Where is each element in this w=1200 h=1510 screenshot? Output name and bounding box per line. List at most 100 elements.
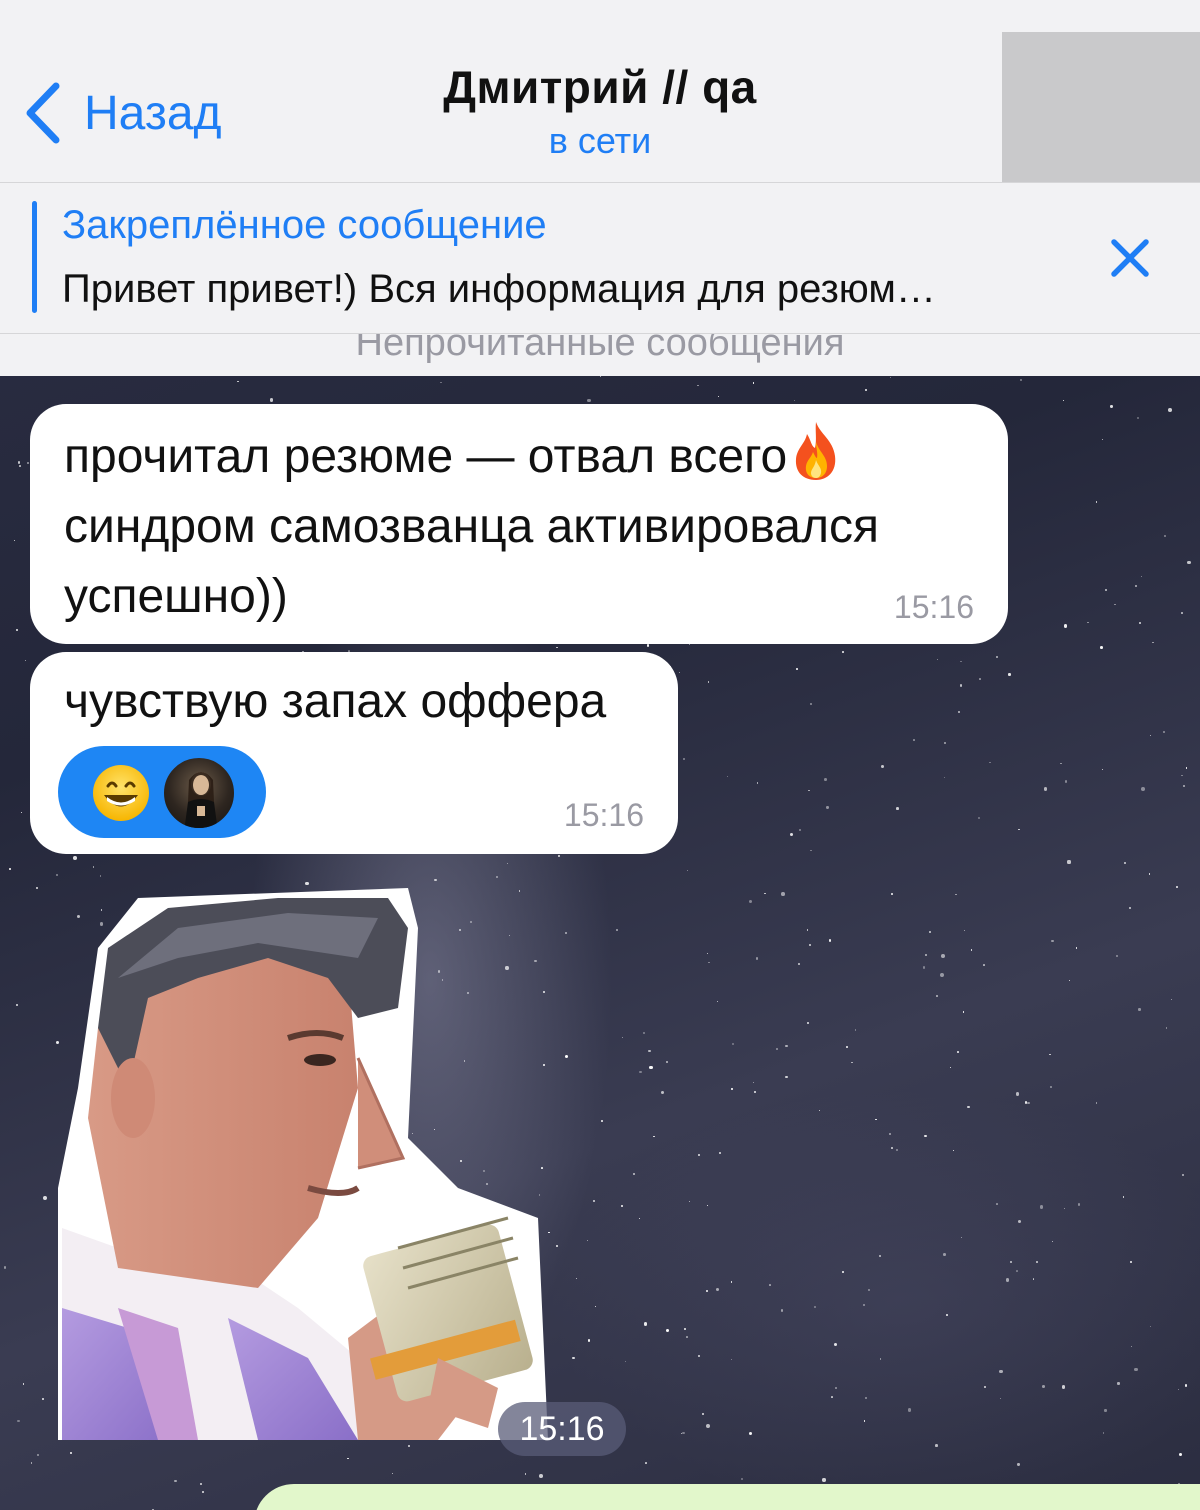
star bbox=[789, 832, 794, 837]
star bbox=[1187, 560, 1191, 565]
star bbox=[1162, 731, 1165, 734]
star bbox=[16, 1003, 18, 1006]
star bbox=[719, 1152, 722, 1155]
star bbox=[755, 956, 759, 960]
pinned-title: Закреплённое сообщение bbox=[62, 203, 547, 247]
star bbox=[645, 1462, 647, 1464]
unread-label: Непрочитанные сообщения bbox=[355, 334, 845, 364]
star bbox=[556, 646, 558, 649]
star bbox=[895, 1148, 899, 1152]
star bbox=[665, 1328, 670, 1333]
star bbox=[440, 381, 442, 384]
star bbox=[999, 1397, 1001, 1400]
avatar[interactable] bbox=[1002, 32, 1200, 190]
star bbox=[1178, 1452, 1182, 1456]
star bbox=[781, 892, 785, 896]
star bbox=[648, 1049, 651, 1052]
star bbox=[1185, 766, 1188, 769]
star bbox=[643, 1322, 648, 1326]
star bbox=[1124, 861, 1127, 864]
star bbox=[705, 1424, 710, 1429]
star bbox=[809, 943, 812, 946]
message-bubble[interactable]: прочитал резюме — отвал всего синдром са… bbox=[30, 404, 1008, 644]
star bbox=[16, 628, 19, 632]
sticker-time: 15:16 bbox=[498, 1402, 626, 1456]
star bbox=[1101, 439, 1103, 441]
star bbox=[586, 1239, 588, 1241]
person-icon bbox=[184, 772, 218, 828]
fire-emoji-icon bbox=[796, 422, 836, 480]
star bbox=[564, 931, 567, 934]
star bbox=[826, 806, 829, 809]
star bbox=[1101, 768, 1104, 771]
sticker-image[interactable] bbox=[58, 888, 548, 1440]
star bbox=[961, 1236, 963, 1238]
message-line: синдром самозванца активировался bbox=[64, 500, 879, 553]
star bbox=[1060, 762, 1062, 765]
star bbox=[977, 817, 980, 820]
star bbox=[55, 873, 59, 877]
star bbox=[865, 1396, 868, 1399]
chat-title-block[interactable]: Дмитрий // qa в сети bbox=[300, 60, 900, 162]
star bbox=[347, 1458, 349, 1460]
star bbox=[888, 1133, 891, 1136]
online-status: в сети bbox=[548, 120, 652, 161]
star bbox=[564, 1054, 568, 1058]
star bbox=[963, 929, 966, 932]
star bbox=[17, 1420, 20, 1423]
star bbox=[705, 1290, 708, 1293]
star bbox=[879, 1255, 882, 1258]
star bbox=[753, 1090, 756, 1093]
star bbox=[1067, 860, 1071, 864]
star bbox=[943, 741, 947, 745]
star bbox=[835, 1387, 837, 1390]
star bbox=[1168, 408, 1173, 412]
star bbox=[572, 1356, 575, 1360]
star bbox=[1052, 1240, 1054, 1242]
star bbox=[764, 892, 766, 895]
star bbox=[1181, 1174, 1184, 1177]
star bbox=[1182, 785, 1185, 788]
star bbox=[1163, 534, 1167, 537]
star bbox=[1181, 612, 1183, 615]
reactor-avatar bbox=[162, 756, 236, 830]
star bbox=[862, 1304, 866, 1307]
star bbox=[806, 1021, 810, 1025]
star bbox=[868, 1288, 871, 1291]
star bbox=[1061, 1385, 1066, 1389]
star bbox=[682, 758, 685, 761]
star bbox=[1005, 1278, 1010, 1282]
star bbox=[1008, 673, 1011, 676]
star bbox=[907, 1408, 912, 1412]
outgoing-message-bubble[interactable] bbox=[254, 1484, 1200, 1510]
close-icon[interactable] bbox=[1104, 232, 1156, 284]
star bbox=[808, 789, 810, 792]
star bbox=[960, 660, 963, 663]
star bbox=[807, 929, 809, 931]
chevron-left-icon bbox=[26, 82, 60, 144]
star bbox=[1015, 1270, 1018, 1273]
star bbox=[1024, 1101, 1028, 1104]
back-button[interactable]: Назад bbox=[22, 78, 222, 148]
star bbox=[875, 1118, 877, 1121]
star bbox=[174, 1479, 178, 1483]
star bbox=[824, 778, 827, 782]
star bbox=[924, 1134, 927, 1137]
star bbox=[1087, 621, 1089, 624]
message-bubble[interactable]: чувствую запах оффера 15:16 bbox=[30, 652, 678, 854]
star bbox=[1177, 1388, 1180, 1391]
reaction-chip[interactable] bbox=[58, 746, 266, 838]
star bbox=[752, 382, 755, 384]
star bbox=[831, 1395, 834, 1398]
star bbox=[756, 781, 759, 784]
message-line: прочитал резюме — отвал всего bbox=[64, 430, 788, 483]
star bbox=[891, 893, 893, 895]
pinned-message-bar[interactable]: Закреплённое сообщение Привет привет!) В… bbox=[0, 182, 1200, 334]
star bbox=[845, 1046, 848, 1048]
star bbox=[1020, 378, 1023, 382]
star bbox=[1049, 1053, 1052, 1056]
chat-title: Дмитрий // qa bbox=[443, 61, 757, 113]
star bbox=[940, 973, 945, 978]
star bbox=[25, 660, 27, 662]
star bbox=[890, 376, 892, 378]
